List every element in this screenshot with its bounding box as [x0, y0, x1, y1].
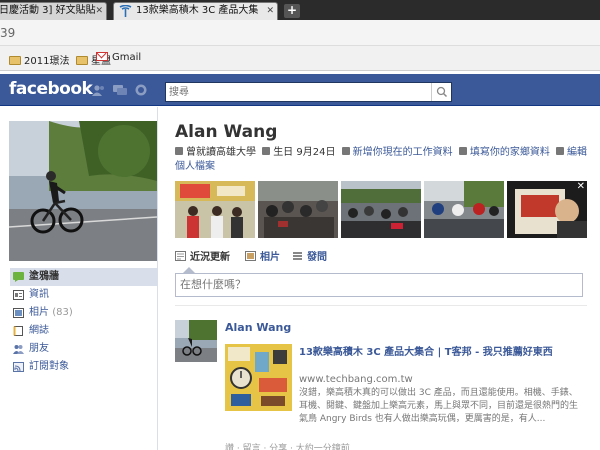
url-text: 39: [0, 26, 16, 40]
pencil-icon: [556, 147, 565, 155]
wall-icon: [13, 272, 24, 282]
home-icon: [458, 147, 467, 155]
search-icon: [436, 86, 448, 98]
search-input[interactable]: [166, 83, 431, 101]
subscriptions-icon: [13, 362, 24, 372]
profile-name[interactable]: Alan Wang: [175, 122, 277, 142]
question-icon: [293, 252, 302, 260]
link-description: 沒錯，樂高積木真的可以做出 3C 產品，而且還能使用。相機、手錶、耳機、閱鍵、鍵…: [299, 388, 579, 424]
profile-picture[interactable]: [9, 121, 157, 261]
facebook-logo[interactable]: facebook: [9, 79, 93, 99]
tab-photo[interactable]: 相片: [245, 251, 280, 265]
tab-status-update[interactable]: 近況更新: [175, 251, 230, 265]
browser-tab[interactable]: 日慶活動 3] 好文貼貼 ✕: [0, 2, 107, 20]
sidebar-item-info[interactable]: 資訊: [10, 286, 158, 304]
link-title[interactable]: 13款樂高積木 3C 產品大集合 | T客邦 - 我只推薦好東西: [299, 346, 584, 360]
techbang-favicon-icon: [119, 5, 132, 17]
bookmark-item[interactable]: 2011璟法: [9, 52, 69, 67]
photos-icon: [13, 308, 24, 318]
close-icon[interactable]: ✕: [577, 182, 585, 192]
sidebar-item-photos[interactable]: 相片 (83): [10, 304, 158, 322]
address-bar[interactable]: 39: [0, 20, 600, 46]
notifications-icon[interactable]: [134, 84, 148, 96]
new-tab-button[interactable]: +: [284, 4, 300, 18]
story-actions[interactable]: 讚 · 留言 · 分享 · 大約一分鐘前: [225, 441, 350, 450]
sidebar-item-wall[interactable]: 塗鴉牆: [10, 268, 158, 286]
search-box: [165, 82, 452, 102]
search-button[interactable]: [431, 83, 451, 101]
recent-photo[interactable]: [424, 181, 504, 238]
composer-tabs: 近況更新 相片 發問: [175, 251, 587, 269]
status-icon: [175, 251, 186, 261]
profile-nav: 塗鴉牆 資訊 相片 (83) 網誌 朋友 訂閱對象: [10, 268, 158, 376]
avatar[interactable]: [175, 320, 217, 362]
photo-icon: [245, 251, 256, 261]
notes-icon: [13, 326, 23, 336]
tab-title: 13款樂高積木 3C 產品大集: [136, 5, 259, 16]
recent-photos-strip: ✕: [175, 181, 587, 239]
left-column: 塗鴉牆 資訊 相片 (83) 網誌 朋友 訂閱對象: [0, 107, 158, 450]
sidebar-item-notes[interactable]: 網誌: [10, 322, 158, 340]
recent-photo[interactable]: [341, 181, 421, 238]
recent-photo[interactable]: [258, 181, 338, 238]
recent-photo[interactable]: [175, 181, 255, 238]
folder-icon: [76, 56, 88, 65]
profile-info-line: 曾就讀高雄大學 生日 9月24日 新增你現在的工作資料 填寫你的家鄉資料 編輯個…: [175, 146, 595, 174]
sidebar-item-friends[interactable]: 朋友: [10, 340, 158, 358]
info-icon: [13, 290, 24, 300]
sidebar-item-subscriptions[interactable]: 訂閱對象: [10, 358, 158, 376]
school-icon: [175, 147, 183, 155]
main-column: Alan Wang 曾就讀高雄大學 生日 9月24日 新增你現在的工作資料 填寫…: [159, 107, 600, 450]
browser-tab-active[interactable]: 13款樂高積木 3C 產品大集 ✕: [113, 2, 278, 20]
birthday-info: 生日 9月24日: [273, 147, 336, 158]
folder-icon: [9, 56, 21, 65]
bookmark-gmail[interactable]: Gmail: [96, 52, 141, 63]
school-info: 曾就讀高雄大學: [186, 147, 256, 158]
birthday-icon: [262, 147, 271, 155]
close-icon[interactable]: ✕: [266, 3, 274, 19]
browser-tab-strip: 日慶活動 3] 好文貼貼 ✕ 13款樂高積木 3C 產品大集 ✕ +: [0, 0, 600, 20]
recent-photo[interactable]: ✕: [507, 181, 587, 238]
friend-requests-icon[interactable]: [92, 84, 106, 96]
facebook-top-bar: facebook: [0, 74, 600, 106]
status-input[interactable]: 在想什麼嗎？: [175, 273, 583, 297]
close-icon[interactable]: ✕: [95, 3, 103, 19]
link-domain: www.techbang.com.tw: [299, 374, 413, 385]
tab-title: 日慶活動 3] 好文貼貼: [0, 5, 96, 16]
gmail-icon: [96, 52, 108, 61]
link-thumbnail[interactable]: [225, 344, 292, 411]
work-icon: [341, 147, 350, 155]
messages-icon[interactable]: [113, 84, 127, 96]
friends-icon: [13, 345, 24, 354]
add-hometown-link[interactable]: 填寫你的家鄉資料: [470, 147, 550, 158]
add-work-link[interactable]: 新增你現在的工作資料: [353, 147, 453, 158]
divider: [175, 305, 587, 306]
bookmarks-bar: 2011璟法 星盟 Gmail: [0, 46, 600, 71]
story-author-link[interactable]: Alan Wang: [225, 321, 291, 334]
tab-question[interactable]: 發問: [292, 251, 327, 265]
